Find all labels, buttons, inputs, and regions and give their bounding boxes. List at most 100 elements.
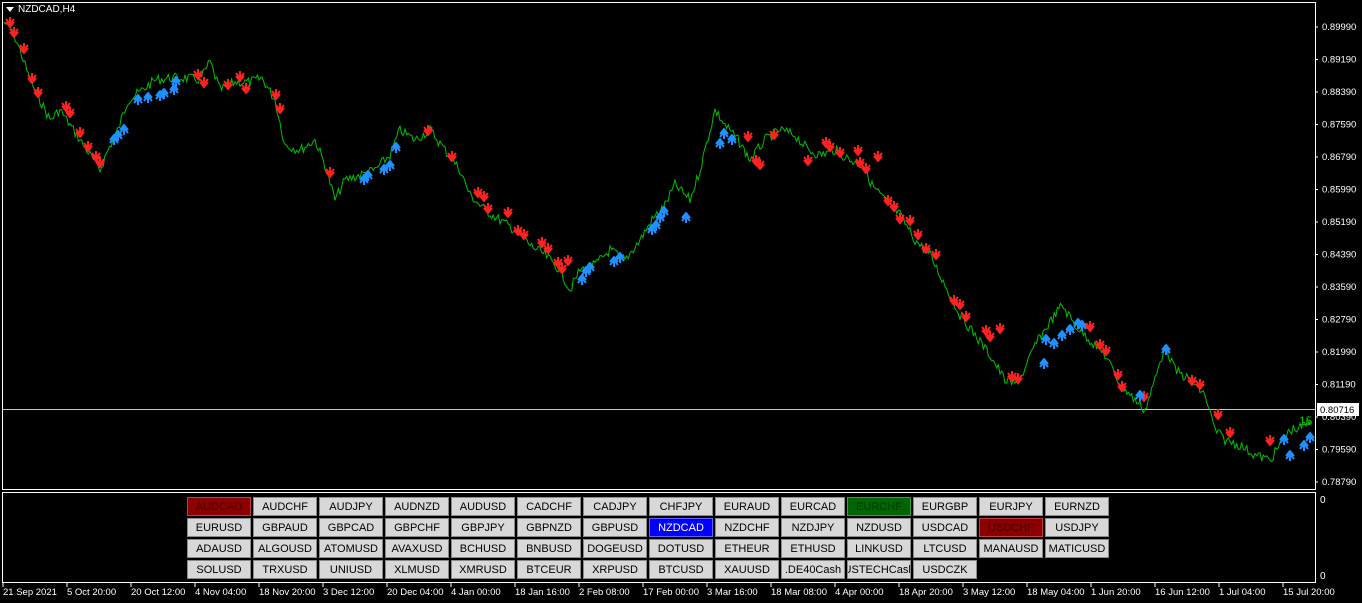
symbol-button-algousd[interactable]: ALGOUSD <box>253 539 317 558</box>
sell-arrow-icon <box>905 215 915 226</box>
sell-arrow-icon <box>193 69 203 80</box>
buy-arrow-icon <box>1305 432 1315 443</box>
symbol-button-gbpcad[interactable]: GBPCAD <box>319 518 383 537</box>
symbol-button-gbpusd[interactable]: GBPUSD <box>583 518 647 537</box>
y-tick-label: 0.84390 <box>1322 250 1356 261</box>
symbol-button-xrpusd[interactable]: XRPUSD <box>583 560 647 579</box>
symbol-button-btcusd[interactable]: BTCUSD <box>649 560 713 579</box>
sell-arrow-icon <box>563 255 573 266</box>
symbol-button-usdczk[interactable]: USDCZK <box>913 560 977 579</box>
symbol-button-xauusd[interactable]: XAUUSD <box>715 560 779 579</box>
symbol-button-ltcusd[interactable]: LTCUSD <box>913 539 977 558</box>
y-tick-label: 0.85190 <box>1322 217 1356 228</box>
buy-arrow-icon <box>577 274 587 285</box>
buy-arrow-icon <box>1049 338 1059 349</box>
sell-arrow-icon <box>1195 379 1205 390</box>
symbol-button-trxusd[interactable]: TRXUSD <box>253 560 317 579</box>
symbol-button-gbpnzd[interactable]: GBPNZD <box>517 518 581 537</box>
symbol-button-bchusd[interactable]: BCHUSD <box>451 539 515 558</box>
symbol-button-gbpjpy[interactable]: GBPJPY <box>451 518 515 537</box>
symbol-button-cadjpy[interactable]: CADJPY <box>583 497 647 516</box>
symbol-button-xmrusd[interactable]: XMRUSD <box>451 560 515 579</box>
x-tick-label: 4 Jan 00:00 <box>451 587 501 598</box>
buy-arrow-icon <box>143 92 153 103</box>
sell-arrow-icon <box>199 77 209 88</box>
symbol-button-ethusd[interactable]: ETHUSD <box>781 539 845 558</box>
x-tick-label: 5 Oct 20:00 <box>67 587 116 598</box>
x-tick-label: 1 Jul 04:00 <box>1219 587 1265 598</box>
x-tick-label: 21 Sep 2021 <box>3 587 57 598</box>
buy-arrow-icon <box>1279 434 1289 445</box>
symbol-button-nzdchf[interactable]: NZDCHF <box>715 518 779 537</box>
symbol-button-avaxusd[interactable]: AVAXUSD <box>385 539 449 558</box>
symbol-button-eurcad[interactable]: EURCAD <box>781 497 845 516</box>
symbol-button-gbpaud[interactable]: GBPAUD <box>253 518 317 537</box>
symbol-button-etheur[interactable]: ETHEUR <box>715 539 779 558</box>
x-tick-label: 4 Nov 04:00 <box>195 587 246 598</box>
symbol-button-bnbusd[interactable]: BNBUSD <box>517 539 581 558</box>
y-tick-label: 0.81190 <box>1322 380 1356 391</box>
sell-arrow-icon <box>895 213 905 224</box>
symbol-button-usdcad[interactable]: USDCAD <box>913 518 977 537</box>
buy-arrow-icon <box>715 138 725 149</box>
symbol-button-eurgbp[interactable]: EURGBP <box>913 497 977 516</box>
y-tick-label: 0.89190 <box>1322 55 1356 66</box>
symbol-button-eurusd[interactable]: EURUSD <box>187 518 251 537</box>
symbol-title: NZDCAD,H4 <box>18 4 76 15</box>
sell-arrow-icon <box>447 151 457 162</box>
price-line <box>3 20 1311 463</box>
sell-arrow-icon <box>1213 409 1223 420</box>
symbol-button-gbpchf[interactable]: GBPCHF <box>385 518 449 537</box>
symbol-button-nzdusd[interactable]: NZDUSD <box>847 518 911 537</box>
symbol-button-euraud[interactable]: EURAUD <box>715 497 779 516</box>
sub-axis-top: 0 <box>1320 495 1326 506</box>
symbol-button-solusd[interactable]: SOLUSD <box>187 560 251 579</box>
symbol-button-audjpy[interactable]: AUDJPY <box>319 497 383 516</box>
sell-arrow-icon <box>1225 427 1235 438</box>
y-tick-label: 0.81990 <box>1322 347 1356 358</box>
symbol-button-usdchf[interactable]: USDCHF <box>979 518 1043 537</box>
sell-arrow-icon <box>961 311 971 322</box>
symbol-button-uniusd[interactable]: UNIUSD <box>319 560 383 579</box>
symbol-button-eurnzd[interactable]: EURNZD <box>1045 497 1109 516</box>
symbol-button-audusd[interactable]: AUDUSD <box>451 497 515 516</box>
x-tick-label: 15 Jul 20:00 <box>1283 587 1335 598</box>
symbol-button-audnzd[interactable]: AUDNZD <box>385 497 449 516</box>
sell-arrow-icon <box>275 103 285 114</box>
symbol-button-audcad[interactable]: AUDCAD <box>187 497 251 516</box>
symbol-button-dogeusd[interactable]: DOGEUSD <box>583 539 647 558</box>
symbol-button-btceur[interactable]: BTCEUR <box>517 560 581 579</box>
symbol-button-cadchf[interactable]: CADCHF <box>517 497 581 516</box>
symbol-button-de40cash[interactable]: .DE40Cash <box>781 560 845 579</box>
y-tick-label: 0.89990 <box>1322 22 1356 33</box>
sell-arrow-icon <box>1187 375 1197 386</box>
y-tick-label: 0.78790 <box>1322 477 1356 488</box>
symbol-button-dotusd[interactable]: DOTUSD <box>649 539 713 558</box>
symbol-button-atomusd[interactable]: ATOMUSD <box>319 539 383 558</box>
x-tick-label: 17 Feb 00:00 <box>643 587 699 598</box>
sell-arrow-icon <box>853 145 863 156</box>
symbol-button-adausd[interactable]: ADAUSD <box>187 539 251 558</box>
symbol-button-manausd[interactable]: MANAUSD <box>979 539 1043 558</box>
x-tick-label: 18 Apr 20:00 <box>899 587 953 598</box>
symbol-button-xlmusd[interactable]: XLMUSD <box>385 560 449 579</box>
sell-arrow-icon <box>1113 369 1123 380</box>
chart-title[interactable]: NZDCAD,H4 <box>6 4 75 15</box>
symbol-button-ustechcash[interactable]: USTECHCash <box>847 560 911 579</box>
symbol-button-maticusd[interactable]: MATICUSD <box>1045 539 1109 558</box>
symbol-button-usdjpy[interactable]: USDJPY <box>1045 518 1109 537</box>
dropdown-triangle-icon[interactable] <box>6 7 14 12</box>
sell-arrow-icon <box>19 43 29 54</box>
sell-arrow-icon <box>241 83 251 94</box>
symbol-button-eurjpy[interactable]: EURJPY <box>979 497 1043 516</box>
price-axis: 0.89990 0.89190 0.88390 0.87590 0.86790 0.859… <box>1315 22 1356 488</box>
symbol-button-nzdcad[interactable]: NZDCAD <box>649 518 713 537</box>
y-tick-label: 0.82790 <box>1322 315 1356 326</box>
symbol-button-chfjpy[interactable]: CHFJPY <box>649 497 713 516</box>
buy-arrow-icon <box>1057 330 1067 341</box>
sell-arrow-icon <box>803 155 813 166</box>
symbol-button-nzdjpy[interactable]: NZDJPY <box>781 518 845 537</box>
symbol-button-linkusd[interactable]: LINKUSD <box>847 539 911 558</box>
symbol-button-eurchf[interactable]: EURCHF <box>847 497 911 516</box>
symbol-button-audchf[interactable]: AUDCHF <box>253 497 317 516</box>
